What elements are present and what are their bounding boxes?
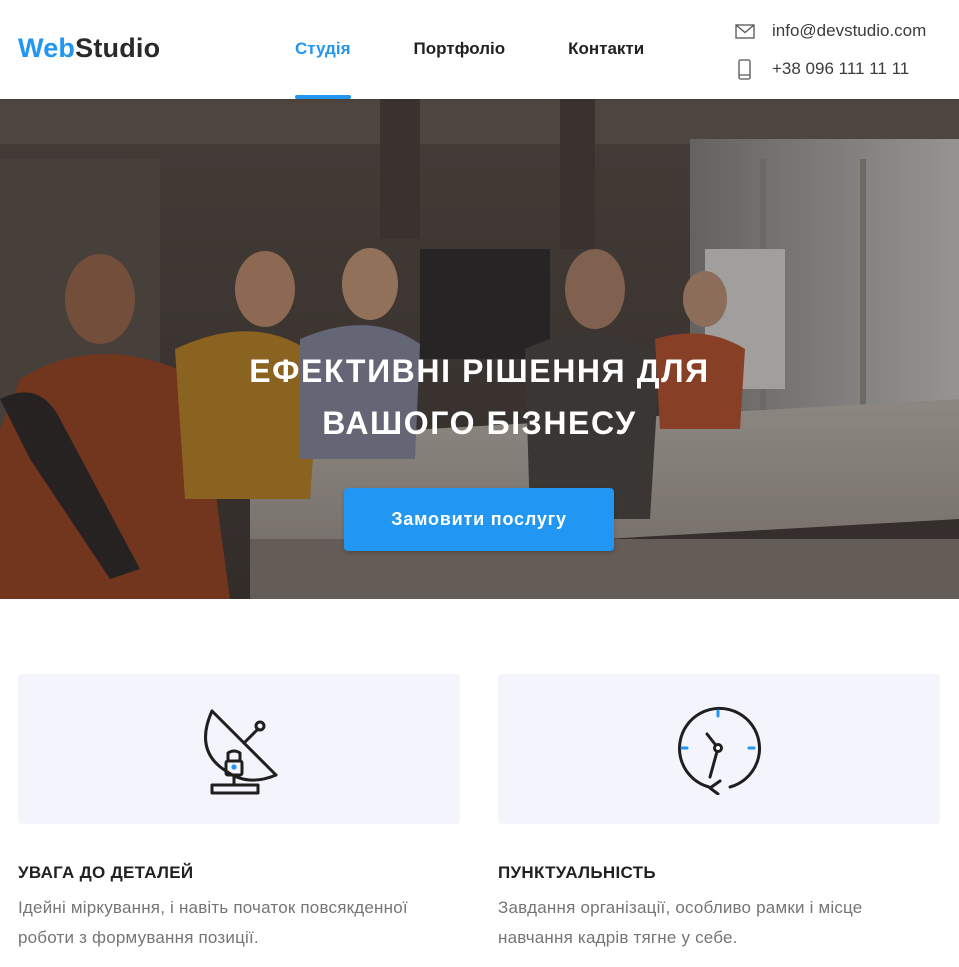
feature-text-line2: роботи з формування позиції. — [18, 928, 259, 947]
clock-icon — [678, 706, 761, 795]
phone-text: +38 096 111 11 11 — [772, 59, 910, 78]
feature-card: Увага до деталей Ідейні міркування, і на… — [18, 674, 460, 953]
hero-title-line2: вашого бізнесу — [322, 405, 637, 441]
feature-text-line1: Ідейні міркування, і навіть початок повс… — [18, 898, 408, 917]
nav-item-studio[interactable]: Студія — [295, 0, 351, 99]
smartphone-icon — [734, 58, 755, 80]
satellite-dish-icon — [204, 709, 278, 795]
feature-card: Пунктуальність Завдання організації, осо… — [498, 674, 940, 953]
logo-main: Studio — [75, 33, 161, 63]
feature-text-line1: Завдання організації, особливо рамки і м… — [498, 898, 863, 917]
header-contacts: info@devstudio.com +38 096 111 11 11 — [734, 19, 926, 95]
email-link[interactable]: info@devstudio.com — [734, 19, 926, 43]
phone-link[interactable]: +38 096 111 11 11 — [734, 57, 926, 81]
nav-item-portfolio[interactable]: Портфоліо — [414, 0, 506, 99]
nav-item-contacts[interactable]: Контакти — [568, 0, 644, 99]
feature-text-line2: навчання кадрів тягне у себе. — [498, 928, 738, 947]
order-service-button[interactable]: Замовити послугу — [344, 488, 614, 551]
logo-accent: Web — [18, 33, 76, 63]
features-section: Увага до деталей Ідейні міркування, і на… — [18, 674, 940, 953]
email-text: info@devstudio.com — [772, 21, 927, 40]
feature-title: Увага до деталей — [18, 863, 194, 882]
envelope-icon — [734, 23, 755, 39]
site-header: WebStudio Студія Портфоліо Контакти info… — [0, 0, 959, 99]
feature-text: Завдання організації, особливо рамки і м… — [498, 893, 940, 953]
feature-title: Пунктуальність — [498, 863, 656, 882]
feature-icon-box — [18, 674, 460, 824]
hero-section: Ефективні рішення для вашого бізнесу Зам… — [0, 99, 959, 599]
feature-text: Ідейні міркування, і навіть початок повс… — [18, 893, 460, 953]
hero-title-line1: Ефективні рішення для — [249, 353, 710, 389]
hero-title: Ефективні рішення для вашого бізнесу — [0, 345, 959, 449]
main-nav: Студія Портфоліо Контакти — [295, 0, 707, 99]
logo[interactable]: WebStudio — [18, 31, 160, 65]
feature-icon-box — [498, 674, 940, 824]
